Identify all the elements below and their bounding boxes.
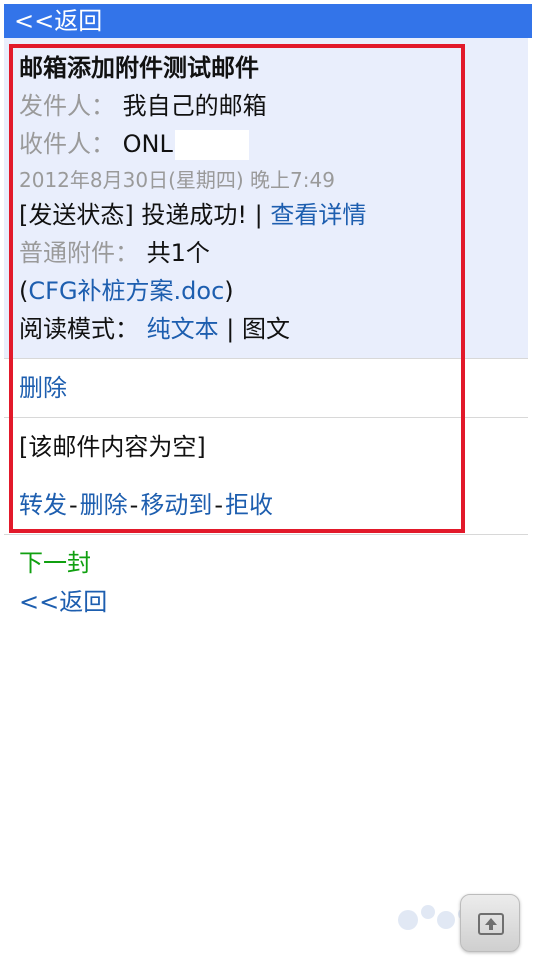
read-mode-separator: |: [218, 315, 242, 343]
attachment-file-row: (CFG补桩方案.doc): [19, 274, 234, 308]
status-separator: |: [247, 201, 271, 229]
read-mode-rich[interactable]: 图文: [242, 315, 290, 343]
bottom-back-link[interactable]: <<返回: [19, 585, 107, 619]
status-value: 投递成功!: [141, 201, 247, 229]
scroll-to-top-icon: [478, 913, 504, 935]
top-back-bar[interactable]: <<返回: [4, 4, 532, 38]
divider: [4, 358, 528, 359]
action-separator: -: [129, 491, 139, 519]
attachment-close-paren: ): [224, 277, 234, 305]
move-to-link[interactable]: 移动到: [140, 491, 212, 519]
bottom-actions-row: 转发-删除-移动到-拒收: [19, 488, 273, 522]
redaction-mask: [174, 130, 249, 160]
delete-link-bottom[interactable]: 删除: [80, 491, 128, 519]
read-mode-row: 阅读模式： 纯文本 | 图文: [19, 312, 290, 346]
status-prefix: [发送状态]: [19, 201, 134, 229]
mail-view-page: <<返回 邮箱添加附件测试邮件 发件人： 我自己的邮箱 收件人： ONL 201…: [0, 0, 540, 960]
action-separator: -: [69, 491, 78, 519]
to-row: 收件人： ONL: [19, 127, 249, 161]
top-actions-row: 删除: [19, 371, 67, 405]
forward-link[interactable]: 转发: [19, 491, 67, 519]
to-label: 收件人：: [19, 130, 115, 158]
attachment-open-paren: (: [19, 277, 29, 305]
to-value: ONL: [122, 130, 173, 158]
from-row: 发件人： 我自己的邮箱: [19, 89, 267, 123]
mail-body-empty: [该邮件内容为空]: [19, 433, 206, 461]
attachment-count: 共1个: [146, 239, 210, 267]
from-value: 我自己的邮箱: [122, 92, 267, 120]
status-row: [发送状态] 投递成功! | 查看详情: [19, 198, 366, 232]
divider: [4, 417, 528, 418]
top-back-link[interactable]: <<返回: [14, 7, 102, 35]
from-label: 发件人：: [19, 92, 115, 120]
divider: [4, 534, 528, 535]
read-mode-plain-link[interactable]: 纯文本: [147, 315, 219, 343]
view-details-link[interactable]: 查看详情: [270, 201, 366, 229]
mail-subject: 邮箱添加附件测试邮件: [19, 54, 259, 82]
reject-link[interactable]: 拒收: [225, 491, 273, 519]
action-separator: -: [214, 491, 224, 519]
read-mode-label: 阅读模式：: [19, 315, 139, 343]
scroll-to-top-button[interactable]: [460, 894, 520, 952]
attachment-file-link[interactable]: CFG补桩方案.doc: [28, 277, 224, 305]
next-mail-link[interactable]: 下一封: [19, 546, 91, 580]
attachment-row: 普通附件： 共1个: [19, 236, 210, 270]
delete-link-top[interactable]: 删除: [19, 374, 67, 402]
mail-datetime: 2012年8月30日(星期四) 晚上7:49: [19, 168, 335, 192]
attachment-label: 普通附件：: [19, 239, 139, 267]
